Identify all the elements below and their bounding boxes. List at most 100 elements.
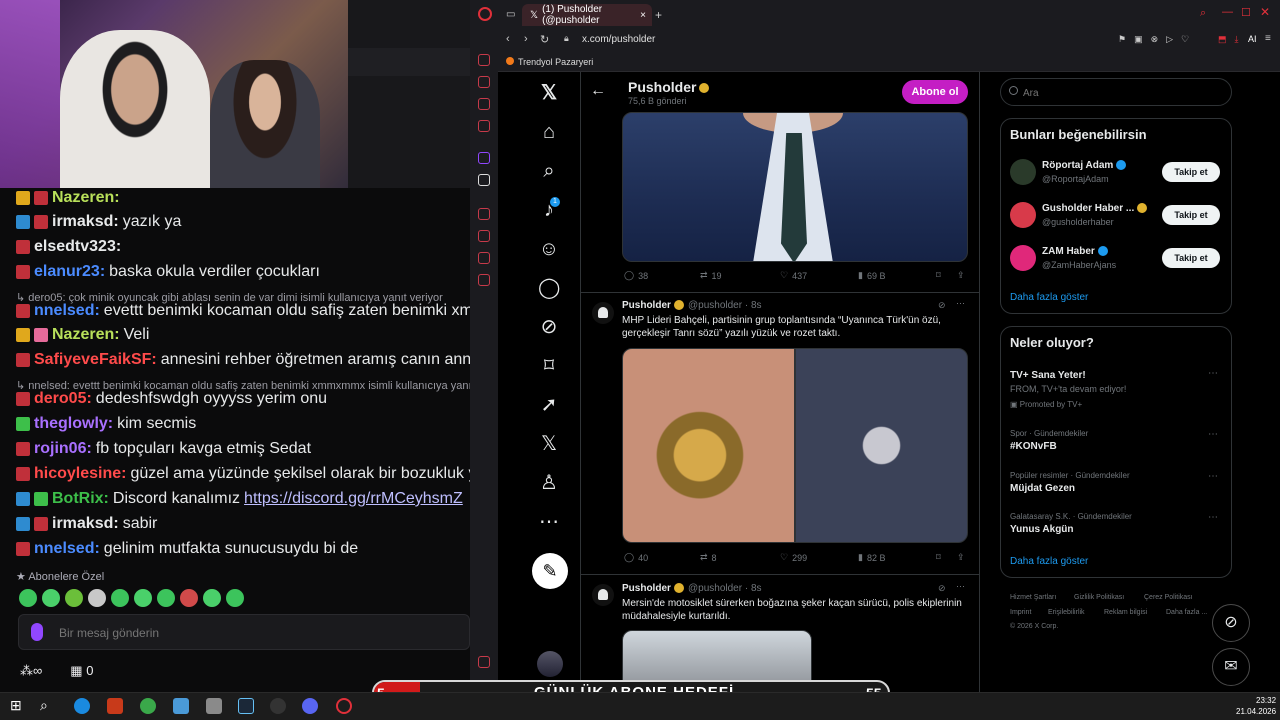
app-icon[interactable] [206,698,222,714]
tweet-avatar[interactable] [592,302,614,324]
emote-icon[interactable] [180,589,198,607]
emote-icon[interactable] [203,589,221,607]
trend-name[interactable]: Yunus Akgün [1010,524,1074,535]
sidebar-app-icon[interactable] [478,98,490,110]
grok-icon[interactable]: ⊘ [538,316,560,338]
footer-link[interactable]: Hizmet Şartları [1010,594,1056,601]
emote-icon[interactable] [134,589,152,607]
windows-start-icon[interactable]: ⊞ [10,697,22,714]
explorer-icon[interactable] [173,698,189,714]
tweet-image-ring[interactable] [622,348,795,543]
trend-name[interactable]: #KONvFB [1010,441,1057,452]
new-tab-icon[interactable]: + [655,8,662,22]
messages-icon[interactable]: ◯ [538,277,560,299]
suggestion-avatar[interactable] [1010,159,1036,185]
sidebar-app-icon[interactable] [478,152,490,164]
reply-action[interactable]: ◯ 38 [624,270,648,281]
chat-username[interactable]: hicoylesine: [34,465,126,483]
sidebar-app-icon[interactable] [478,76,490,88]
ai-icon[interactable]: AI [1248,34,1257,44]
chat-username[interactable]: Nazeren: [52,189,120,207]
more-icon[interactable]: ⋯ [538,511,560,533]
chat-username[interactable]: irmaksd: [52,213,119,231]
grok-tweet-icon[interactable]: ⊘ [938,300,946,311]
sidebar-app-icon[interactable] [478,208,490,220]
reload-icon[interactable]: ↻ [540,33,549,46]
maximize-icon[interactable]: ☐ [1241,6,1251,19]
opera-taskbar-icon[interactable] [336,698,352,714]
chat-username[interactable]: SafiyeveFaikSF: [34,351,157,369]
sidebar-app-icon[interactable] [478,252,490,264]
subscribe-button[interactable]: Abone ol [902,80,968,104]
chat-username[interactable]: theglowly: [34,415,113,433]
suggestion-name[interactable]: Gusholder Haber ... [1042,203,1148,214]
show-more-link[interactable]: Daha fazla göster [1010,556,1088,567]
taskbar-search-icon[interactable]: ⌕ [40,697,48,714]
views-action[interactable]: ▮ 82 B [858,552,885,563]
trend-more-icon[interactable]: ⋯ [1208,471,1218,482]
edge-icon[interactable] [74,698,90,714]
share-action[interactable]: ⇪ [957,552,965,563]
chat-input[interactable] [59,623,439,643]
sidebar-app-icon[interactable] [478,230,490,242]
like-action[interactable]: ♡ 437 [780,270,807,281]
chat-username[interactable]: nnelsed: [34,302,100,320]
tab-menu-icon[interactable]: ▭ [506,9,515,20]
sidebar-app-icon[interactable] [478,656,490,668]
obs-icon[interactable] [270,698,286,714]
home-icon[interactable]: ⌂ [538,121,560,143]
premium-rocket-icon[interactable]: ➚ [538,394,560,416]
tweet-handle[interactable]: @pusholder · 8s [688,300,762,311]
profile-icon[interactable]: ♙ [538,472,560,494]
reply-action[interactable]: ◯ 40 [624,552,648,563]
tweet-handle[interactable]: @pusholder · 8s [688,583,762,594]
retweet-action[interactable]: ⇄ 8 [700,552,717,563]
extension-icons[interactable]: ⬒⤓ [1218,34,1246,45]
emote-icon[interactable] [88,589,106,607]
footer-link[interactable]: Gizlilik Politikası [1074,594,1124,601]
tweet-image-suit[interactable] [622,112,968,262]
minimize-icon[interactable]: — [1222,6,1233,18]
chat-input-box[interactable] [18,614,470,650]
chat-username[interactable]: dero05: [34,390,92,408]
search-tabs-icon[interactable]: ⌕ [1200,7,1206,20]
tweet-more-icon[interactable]: ⋯ [956,298,965,309]
menu-icon[interactable]: ≡ [1265,33,1271,44]
account-avatar[interactable] [537,651,563,677]
emote-icon[interactable] [42,589,60,607]
bookmark-action[interactable]: ⌑ [936,552,941,563]
footer-link[interactable]: Daha fazla ... [1166,609,1207,616]
chrome-icon[interactable] [140,698,156,714]
views-action[interactable]: ▮ 69 B [858,270,885,281]
follow-button[interactable]: Takip et [1162,162,1220,182]
emote-icon[interactable] [226,589,244,607]
messages-fab-icon[interactable]: ✉ [1212,648,1250,686]
trend-more-icon[interactable]: ⋯ [1208,429,1218,440]
sidebar-app-icon[interactable] [478,174,490,186]
discord-icon[interactable] [302,698,318,714]
bookmark-trendyol[interactable]: Trendyol Pazaryeri [518,57,593,67]
search-input[interactable] [1023,85,1223,101]
trend-more-icon[interactable]: ⋯ [1208,368,1218,379]
trend-name[interactable]: TV+ Sana Yeter! [1010,370,1086,381]
chat-username[interactable]: elsedtv323: [34,238,121,256]
notifications-icon[interactable]: ♪ 1 [538,197,560,221]
suggestion-name[interactable]: ZAM Haber [1042,246,1108,257]
tweet-author[interactable]: Pusholder [622,300,684,311]
opera-logo-icon[interactable] [478,7,492,21]
sidebar-app-icon[interactable] [478,54,490,66]
x-home-logo-icon[interactable]: 𝕏 [538,82,560,104]
chat-username[interactable]: nnelsed: [34,540,100,558]
trend-name[interactable]: Müjdat Gezen [1010,483,1075,494]
back-arrow-icon[interactable]: ← [590,82,606,100]
footer-link[interactable]: Erişilebilirlik [1048,609,1085,616]
mic-icon[interactable] [31,623,43,641]
explore-icon[interactable]: ⌕ [538,160,560,182]
url-text[interactable]: x.com/pusholder [582,34,655,45]
follow-button[interactable]: Takip et [1162,205,1220,225]
tweet-avatar[interactable] [592,584,614,606]
bookmarks-icon[interactable]: ⌑ [538,355,560,377]
follow-icon[interactable]: ☺ [538,238,560,260]
forward-icon[interactable]: › [524,33,528,45]
suggestion-name[interactable]: Röportaj Adam [1042,160,1127,171]
